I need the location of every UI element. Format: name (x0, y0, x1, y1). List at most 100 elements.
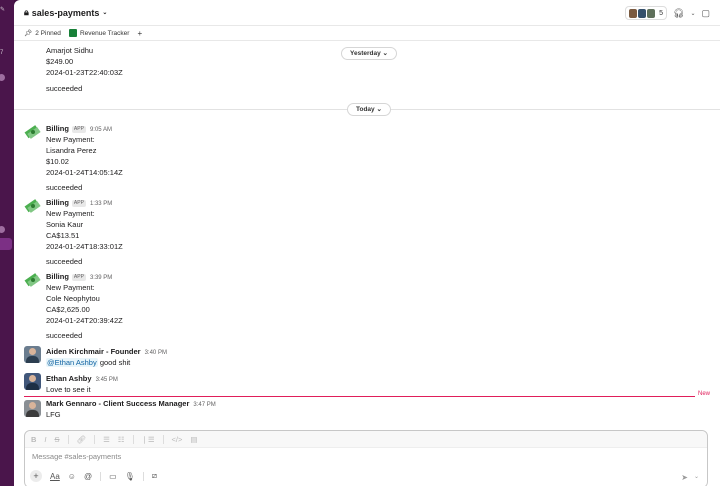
bulleted-list-icon[interactable]: ☷ (118, 435, 125, 444)
message-text: @Ethan Ashby good shit (46, 357, 130, 368)
channel-header: 🔒︎ sales-payments ⌄ 5 🎧︎ ⌄ ▢ (14, 0, 720, 26)
sender-name[interactable]: Ethan Ashby (46, 374, 92, 383)
strikethrough-icon[interactable]: S (55, 435, 60, 444)
rail-item-active[interactable] (0, 238, 12, 250)
sender-name[interactable]: Mark Gennaro - Client Success Manager (46, 399, 189, 408)
message-input[interactable]: Message #sales-payments (25, 448, 707, 466)
text-format-icon[interactable]: Aa (50, 472, 60, 481)
divider (67, 434, 69, 444)
user-avatar[interactable] (24, 346, 41, 363)
send-icon[interactable]: ➤ (681, 473, 688, 482)
pin-icon: 📌︎ (24, 30, 33, 37)
app-badge: APP (71, 126, 86, 133)
timestamp[interactable]: 3:45 PM (96, 377, 118, 383)
message-list: Amarjot Sidhu Yesterday ⌄ $249.00 2024-0… (14, 42, 720, 425)
billing-app-avatar[interactable] (24, 123, 41, 140)
microphone-icon[interactable]: 🎙︎ (125, 472, 135, 481)
message-line: New Payment: (46, 283, 95, 292)
huddle-headphones-icon[interactable]: 🎧︎ (673, 8, 684, 19)
user-avatar[interactable] (24, 400, 41, 417)
channel-title-button[interactable]: 🔒︎ sales-payments ⌄ (24, 7, 107, 18)
message-status: succeeded (46, 84, 83, 93)
divider (100, 471, 102, 481)
revenue-tracker-bookmark[interactable]: Revenue Tracker (68, 29, 130, 37)
billing-app-avatar[interactable] (24, 271, 41, 288)
video-icon[interactable]: ▭ (109, 472, 117, 481)
compose-icon[interactable]: ✎ (0, 6, 5, 13)
message-line: New Payment: (46, 209, 95, 218)
ordered-list-icon[interactable]: ☰ (103, 435, 110, 444)
date-separator: Today ⌄ (14, 103, 720, 116)
message-composer: B I S 🔗︎ ☰ ☷ ❘☰ </> ▤ Message #sales-pay… (24, 430, 708, 486)
message-line: New Payment: (46, 135, 95, 144)
chevron-down-icon: ⌄ (102, 10, 108, 16)
member-count: 5 (659, 9, 664, 17)
timestamp[interactable]: 3:40 PM (145, 350, 167, 356)
message-text: LFG (46, 410, 61, 419)
date-separator: Yesterday ⌄ (14, 47, 720, 60)
rail-item-dot[interactable] (0, 74, 5, 81)
message-header: Mark Gennaro - Client Success Manager 3:4… (46, 398, 216, 411)
pinned-button[interactable]: 📌︎ 2 Pinned (24, 29, 61, 38)
lock-icon: 🔒︎ (24, 7, 29, 17)
message-text-body: good shit (97, 358, 131, 367)
composer-actions: + Aa ☺ @ ▭ 🎙︎ ⧄ (25, 466, 707, 486)
billing-app-avatar[interactable] (24, 197, 41, 214)
slash-command-icon[interactable]: ⧄ (152, 471, 157, 481)
member-avatar (638, 8, 647, 18)
date-pill-yesterday[interactable]: Yesterday ⌄ (341, 47, 397, 60)
message-line: Cole Neophytou (46, 294, 100, 303)
new-messages-label: New (694, 391, 710, 397)
bookmarks-bar: 📌︎ 2 Pinned Revenue Tracker + (14, 26, 720, 41)
pinned-label: 2 Pinned (35, 29, 61, 37)
blockquote-icon[interactable]: ❘☰ (142, 435, 155, 444)
timestamp[interactable]: 1:33 PM (90, 201, 112, 207)
message-status: succeeded (46, 183, 83, 192)
plus-icon[interactable]: + (30, 470, 42, 482)
member-avatar (629, 8, 638, 18)
link-icon[interactable]: 🔗︎ (77, 435, 87, 444)
message-line: $249.00 (46, 57, 74, 66)
spreadsheet-icon (68, 29, 77, 37)
sender-name[interactable]: Billing (46, 124, 69, 133)
at-mention-icon[interactable]: @ (84, 472, 92, 481)
rail-item-dot[interactable] (0, 226, 5, 233)
send-controls: ➤ ⌄ (681, 473, 699, 482)
message-line: Sonia Kaur (46, 220, 84, 229)
divider (94, 434, 96, 444)
message-text: Love to see it (46, 385, 91, 394)
members-button[interactable]: 5 (625, 6, 668, 20)
message-input-placeholder: Message #sales-payments (32, 452, 122, 461)
message-line: Lisandra Perez (46, 146, 97, 155)
timestamp[interactable]: 3:47 PM (193, 402, 215, 408)
date-pill-today[interactable]: Today ⌄ (347, 103, 391, 116)
code-icon[interactable]: </> (172, 435, 183, 444)
chevron-down-icon[interactable]: ⌄ (694, 473, 699, 482)
app-badge: APP (71, 274, 86, 281)
divider (142, 471, 144, 481)
sender-name[interactable]: Aiden Kirchmair - Founder (46, 347, 141, 356)
channel-name: sales-payments (31, 7, 100, 18)
timestamp[interactable]: 3:39 PM (90, 275, 112, 281)
workspace-rail: ✎ 7 (0, 0, 14, 486)
message-line: 2024-01-24T18:33:01Z (46, 242, 123, 251)
user-mention[interactable]: @Ethan Ashby (46, 358, 98, 367)
bookmark-label: Revenue Tracker (79, 29, 130, 37)
message-line: 2024-01-24T14:05:14Z (46, 168, 123, 177)
sender-name[interactable]: Billing (46, 198, 69, 207)
emoji-icon[interactable]: ☺ (68, 472, 76, 481)
code-block-icon[interactable]: ▤ (190, 435, 197, 444)
app-badge: APP (71, 200, 86, 207)
timestamp[interactable]: 9:05 AM (90, 127, 112, 133)
canvas-icon[interactable]: ▢ (701, 8, 710, 19)
add-bookmark-button[interactable]: + (137, 29, 142, 38)
message-status: succeeded (46, 331, 83, 340)
italic-icon[interactable]: I (44, 435, 46, 444)
member-avatar (647, 8, 656, 18)
chevron-down-icon[interactable]: ⌄ (690, 10, 695, 17)
rail-badge: 7 (0, 50, 4, 56)
sender-name[interactable]: Billing (46, 272, 69, 281)
user-avatar[interactable] (24, 373, 41, 390)
new-messages-divider (24, 396, 710, 397)
bold-icon[interactable]: B (31, 435, 36, 444)
